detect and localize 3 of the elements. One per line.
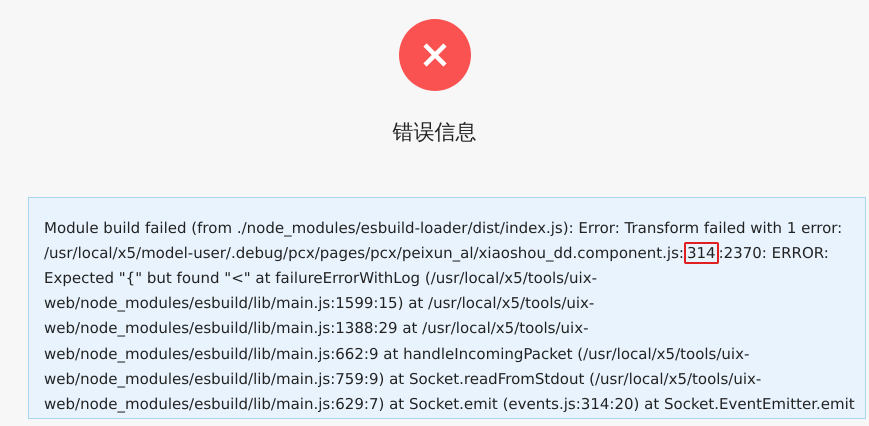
error-message: Module build failed (from ./node_modules/esbuild-loader/dist/index.js): Error: Transform failed with 1 error: /usr/local/x5/model-user/.debug/pcx/pages/pcx/peixun_al/xiaoshou_dd.component.js: 314 :2370: ERROR: Expected "{" but found "<" at failureErrorWithLog (/usr/local/x5/tools/uix-web/node_modules/esbuild/lib/main.js:1599:15) at /usr/local/x5/tools/uix-web/node_modules/esbuild/lib/main.js:1388:29 at /usr/local/x5/tools/uix-web/node_modules/esbuild/lib/main.js:662:9 at handleIncomingPacket (/usr/local/x5/tools/uix-web/node_modules/esbuild/lib/main.js:759:9) at Socket.readFromStdout (/usr/local/x5/tools/uix-web/node_modules/esbuild/lib/main.js:629:7) at Socket.emit (events.js:314:20) at Socket.EventEmitter.emit bbox=[44, 218, 856, 415]
error-title: 错误信息 bbox=[392, 119, 476, 146]
highlight-mark: 314 bbox=[684, 242, 719, 264]
